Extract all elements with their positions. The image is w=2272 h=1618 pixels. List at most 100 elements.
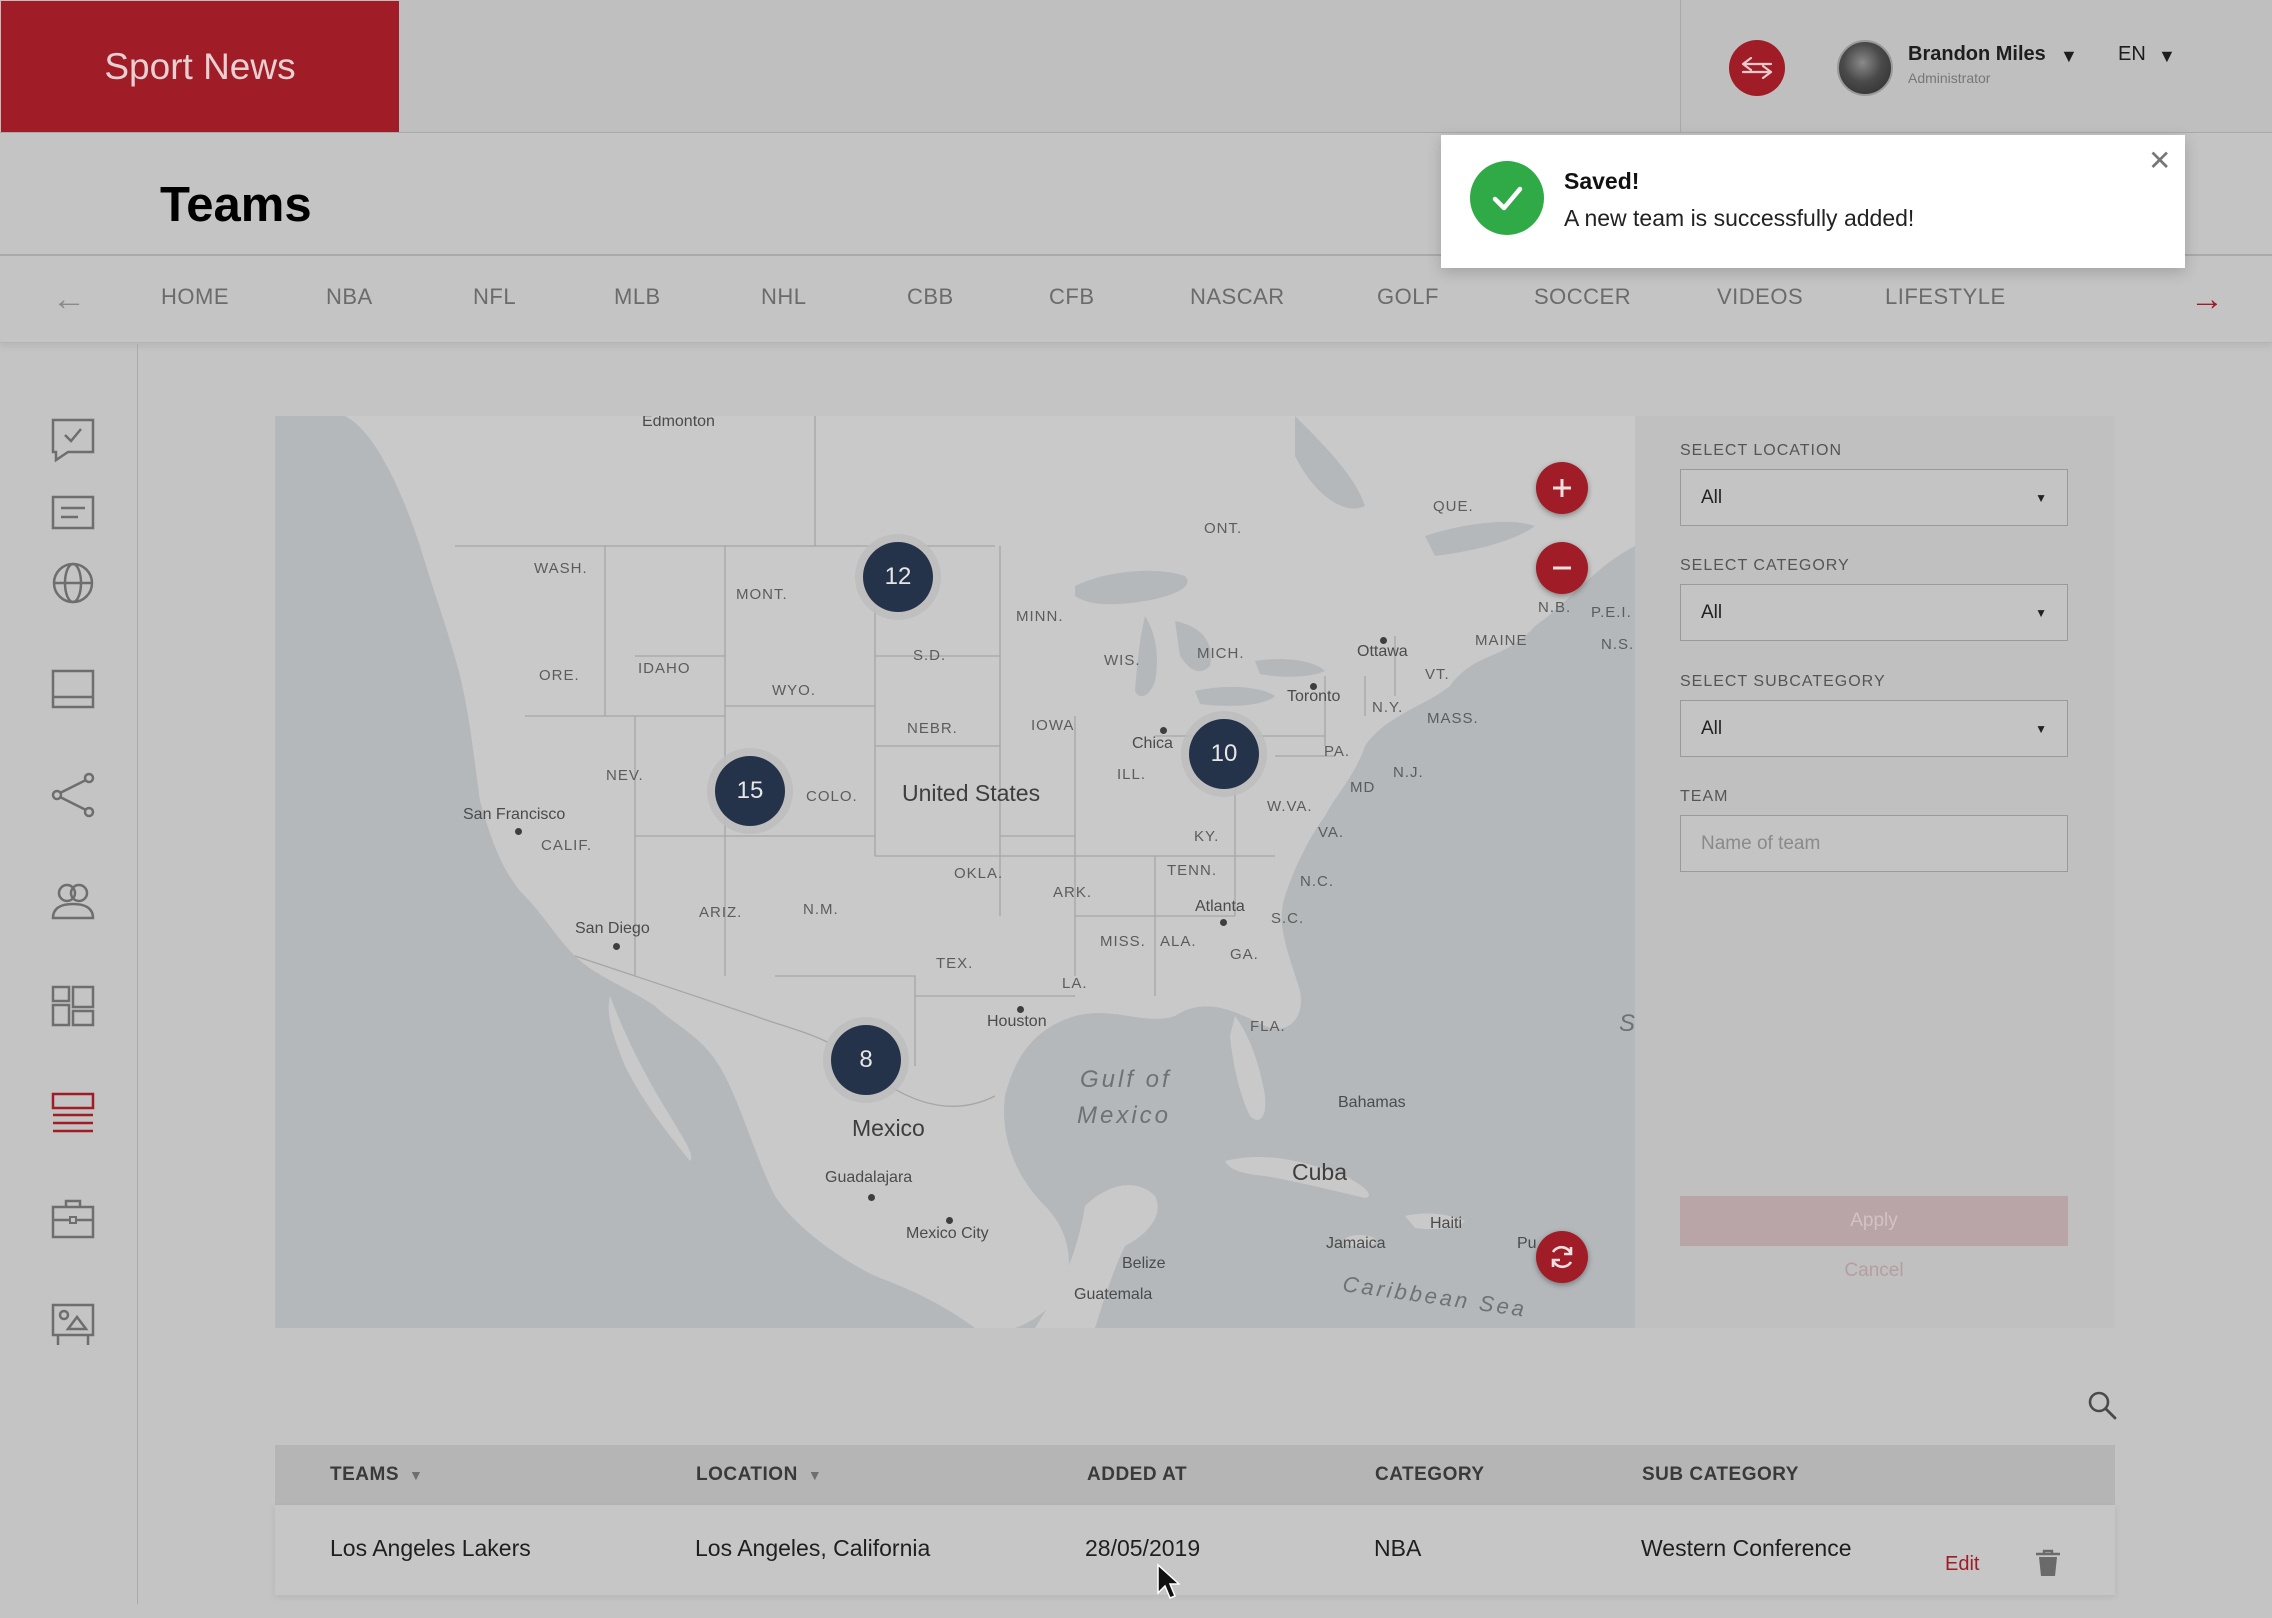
list-icon[interactable] bbox=[48, 1088, 98, 1138]
map-label: Mexico City bbox=[906, 1225, 989, 1242]
nav-prev-arrow-icon[interactable]: ← bbox=[52, 280, 86, 319]
search-icon[interactable] bbox=[2085, 1388, 2119, 1422]
map-label: ONT. bbox=[1204, 520, 1243, 537]
swap-arrows-icon bbox=[1741, 57, 1773, 79]
header-divider bbox=[1680, 0, 1681, 133]
nav-item-nascar[interactable]: NASCAR bbox=[1190, 284, 1285, 310]
avatar[interactable] bbox=[1837, 40, 1893, 96]
nav-item-videos[interactable]: VIDEOS bbox=[1717, 284, 1803, 310]
map-label: MAINE bbox=[1475, 632, 1528, 649]
category-select[interactable]: All ▼ bbox=[1680, 584, 2068, 641]
subcategory-select[interactable]: All ▼ bbox=[1680, 700, 2068, 757]
map-label: Toronto bbox=[1287, 688, 1341, 705]
column-header-category: CATEGORY bbox=[1375, 1464, 1485, 1486]
filter-icon[interactable]: ▼ bbox=[409, 1467, 423, 1483]
location-select[interactable]: All ▼ bbox=[1680, 469, 2068, 526]
zoom-out-button[interactable] bbox=[1536, 542, 1588, 594]
team-name-input[interactable] bbox=[1680, 815, 2068, 872]
column-header-label: TEAMS bbox=[330, 1464, 399, 1485]
map-label: United States bbox=[902, 780, 1041, 806]
user-role: Administrator bbox=[1908, 70, 1991, 86]
map-label: N.M. bbox=[803, 901, 839, 918]
cell-category: NBA bbox=[1374, 1535, 1422, 1561]
layout-icon[interactable] bbox=[48, 664, 98, 714]
column-header-sub-category: SUB CATEGORY bbox=[1642, 1464, 1799, 1486]
map-label: N.Y. bbox=[1372, 699, 1404, 716]
nav-item-mlb[interactable]: MLB bbox=[614, 284, 661, 310]
map-label: Mexico bbox=[1077, 1102, 1172, 1129]
map-label: Mexico bbox=[852, 1115, 925, 1141]
map-label: P.E.I. bbox=[1591, 604, 1632, 621]
map-label: COLO. bbox=[806, 788, 858, 805]
trash-icon[interactable] bbox=[2035, 1549, 2061, 1577]
map-label: S bbox=[1619, 1010, 1635, 1038]
nav-item-nba[interactable]: NBA bbox=[326, 284, 373, 310]
column-header-added-at: ADDED AT bbox=[1087, 1464, 1187, 1486]
dashboard-icon[interactable] bbox=[48, 981, 98, 1031]
map-label: MISS. bbox=[1100, 933, 1146, 950]
nav-item-lifestyle[interactable]: LIFESTYLE bbox=[1885, 284, 2006, 310]
map-cluster-marker[interactable]: 15 bbox=[707, 748, 793, 834]
brand-logo[interactable]: Sport News bbox=[1, 1, 399, 132]
zoom-in-button[interactable] bbox=[1536, 462, 1588, 514]
user-menu-chevron-down-icon[interactable]: ▼ bbox=[2060, 46, 2078, 67]
nav-item-nfl[interactable]: NFL bbox=[473, 284, 516, 310]
apply-button[interactable]: Apply bbox=[1680, 1196, 2068, 1246]
map-label: Belize bbox=[1122, 1255, 1166, 1272]
map-label: Guadalajara bbox=[825, 1169, 913, 1186]
nav-item-nhl[interactable]: NHL bbox=[761, 284, 807, 310]
city-dot bbox=[515, 828, 522, 835]
teams-map[interactable]: Edmonton WASH. MONT. IDAHO ORE. WYO. S.D… bbox=[275, 416, 1635, 1328]
cancel-button[interactable]: Cancel bbox=[1680, 1260, 2068, 1282]
swap-arrows-button[interactable] bbox=[1729, 40, 1785, 96]
media-icon[interactable] bbox=[48, 1299, 98, 1349]
article-icon[interactable] bbox=[48, 488, 98, 538]
nav-item-golf[interactable]: GOLF bbox=[1377, 284, 1439, 310]
briefcase-icon[interactable] bbox=[48, 1194, 98, 1244]
cell-added-at: 28/05/2019 bbox=[1085, 1535, 1201, 1561]
nav-item-home[interactable]: HOME bbox=[161, 284, 229, 310]
city-dot bbox=[1310, 683, 1317, 690]
nav-item-cbb[interactable]: CBB bbox=[907, 284, 954, 310]
map-label: MD bbox=[1350, 779, 1376, 796]
globe-icon[interactable] bbox=[48, 558, 98, 608]
filter-panel: SELECT LOCATION All ▼ SELECT CATEGORY Al… bbox=[1635, 416, 2115, 1328]
map-cluster-marker[interactable]: 8 bbox=[823, 1017, 909, 1103]
column-header-label: LOCATION bbox=[696, 1464, 798, 1485]
users-icon[interactable] bbox=[48, 876, 98, 926]
refresh-map-button[interactable] bbox=[1536, 1231, 1588, 1283]
location-label: SELECT LOCATION bbox=[1680, 442, 1842, 459]
map-label: NEBR. bbox=[907, 720, 958, 737]
map-label: ILL. bbox=[1117, 766, 1147, 783]
user-name[interactable]: Brandon Miles bbox=[1908, 43, 2046, 66]
language-chevron-down-icon[interactable]: ▼ bbox=[2158, 46, 2176, 67]
nav-next-arrow-icon[interactable]: → bbox=[2190, 280, 2224, 319]
nav-item-cfb[interactable]: CFB bbox=[1049, 284, 1095, 310]
city-dot bbox=[1220, 919, 1227, 926]
map-label: Cuba bbox=[1292, 1159, 1347, 1185]
map-label: PA. bbox=[1324, 743, 1351, 760]
map-cluster-marker[interactable]: 12 bbox=[855, 534, 941, 620]
filter-icon[interactable]: ▼ bbox=[808, 1467, 822, 1483]
map-cluster-marker[interactable]: 10 bbox=[1181, 711, 1267, 797]
table-row[interactable]: Los Angeles Lakers Los Angeles, Californ… bbox=[275, 1505, 2115, 1595]
map-label: Jamaica bbox=[1326, 1235, 1386, 1252]
column-header-teams[interactable]: TEAMS ▼ bbox=[330, 1464, 423, 1486]
map-label: W.VA. bbox=[1267, 798, 1313, 815]
close-icon[interactable]: ✕ bbox=[2148, 147, 2171, 175]
column-header-location[interactable]: LOCATION ▼ bbox=[696, 1464, 822, 1486]
map-label: WIS. bbox=[1104, 652, 1141, 669]
share-icon[interactable] bbox=[48, 770, 98, 820]
edit-button[interactable]: Edit bbox=[1945, 1553, 1979, 1576]
nav-item-soccer[interactable]: SOCCER bbox=[1534, 284, 1631, 310]
map-label: San Diego bbox=[575, 920, 650, 937]
app-header: Sport News Brandon Miles Administrator ▼… bbox=[0, 0, 2272, 133]
checklist-icon[interactable] bbox=[48, 414, 98, 464]
category-select-value: All bbox=[1701, 601, 1723, 623]
language-selector[interactable]: EN bbox=[2118, 43, 2146, 66]
map-label: VA. bbox=[1318, 824, 1345, 841]
cluster-count: 8 bbox=[831, 1025, 901, 1095]
map-label: Bahamas bbox=[1338, 1094, 1406, 1111]
subcategory-label: SELECT SUBCATEGORY bbox=[1680, 673, 1886, 690]
cluster-count: 10 bbox=[1189, 719, 1259, 789]
